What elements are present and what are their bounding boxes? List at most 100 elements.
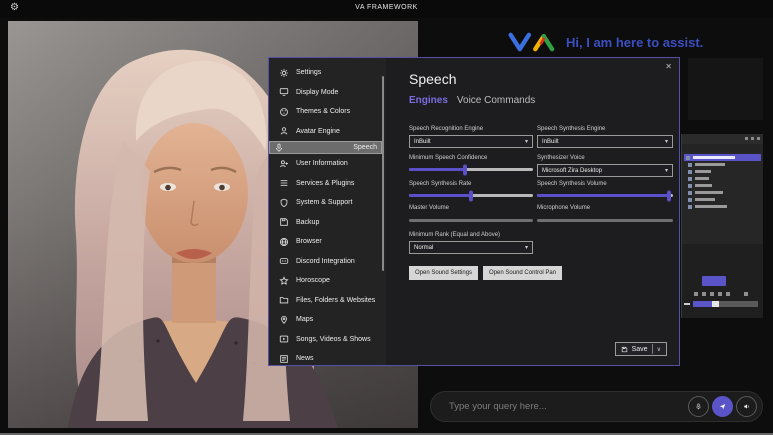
chevron-down-icon: ▾ <box>665 167 668 174</box>
list-icon <box>279 178 289 188</box>
speaker-icon <box>743 401 750 412</box>
sidebar-item-backup[interactable]: Backup <box>269 213 386 233</box>
save-dropdown-icon[interactable]: ∨ <box>657 346 661 353</box>
assistant-greeting: Hi, I am here to assist. <box>508 31 703 53</box>
minimum-speech-confidence-slider[interactable] <box>409 168 533 171</box>
sidebar-item-songs-videos-shows[interactable]: Songs, Videos & Shows <box>269 330 386 350</box>
app-window: ⚙ VA FRAMEWORK <box>0 0 773 435</box>
send-icon <box>719 401 726 412</box>
open-sound-settings-button[interactable]: Open Sound Settings <box>409 266 478 280</box>
background-window[interactable] <box>681 134 763 318</box>
sidebar-item-services-plugins[interactable]: Services & Plugins <box>269 174 386 194</box>
sidebar-item-browser[interactable]: Browser <box>269 232 386 252</box>
speech-settings-content: ✕ Speech Engines Voice Commands Speech R… <box>386 58 679 365</box>
tree-row <box>684 189 761 196</box>
field-minimum-speech-confidence: Minimum Speech Confidence <box>409 155 533 171</box>
chat-bar <box>430 391 763 422</box>
tree-row-selected <box>684 154 761 161</box>
chevron-down-icon: ▾ <box>665 138 668 145</box>
tree-row <box>684 161 761 168</box>
field-minimum-rank: Minimum Rank (Equal and Above) Normal ▾ <box>409 232 533 254</box>
background-panel <box>688 58 763 120</box>
sidebar-item-avatar-engine[interactable]: Avatar Engine <box>269 122 386 142</box>
microphone-icon <box>695 401 702 412</box>
field-speech-recognition-engine: Speech Recognition Engine InBuilt ▾ <box>409 126 533 148</box>
field-speech-synthesis-volume: Speech Synthesis Volume <box>537 181 673 197</box>
field-synthesizer-voice: Synthesizer Voice Microsoft Zira Desktop… <box>537 155 673 177</box>
open-sound-control-panel-button[interactable]: Open Sound Control Pan <box>483 266 562 280</box>
shield-icon <box>279 198 289 208</box>
send-button[interactable] <box>712 396 733 417</box>
speech-recognition-engine-select[interactable]: InBuilt ▾ <box>409 135 533 148</box>
titlebar: ⚙ VA FRAMEWORK <box>0 0 773 18</box>
speaker-button[interactable] <box>736 396 757 417</box>
query-input[interactable] <box>447 400 685 413</box>
speech-synthesis-engine-select[interactable]: InBuilt ▾ <box>537 135 673 148</box>
va-logo-icon <box>508 31 560 53</box>
sidebar-item-speech[interactable]: Speech <box>269 141 382 154</box>
sidebar-item-files-folders-websites[interactable]: Files, Folders & Websites <box>269 291 386 311</box>
avatar-icon <box>279 126 289 136</box>
background-window-tree <box>682 152 763 244</box>
sidebar-item-horoscope[interactable]: Horoscope <box>269 271 386 291</box>
microphone-icon <box>274 143 284 153</box>
display-icon <box>279 87 289 97</box>
field-microphone-volume: Microphone Volume <box>537 205 673 222</box>
sidebar-item-maps[interactable]: Maps <box>269 310 386 330</box>
user-icon <box>279 159 289 169</box>
globe-icon <box>279 237 289 247</box>
settings-sidebar: Settings Display Mode Themes & Colors Av… <box>269 58 386 365</box>
sidebar-item-system-support[interactable]: System & Support <box>269 193 386 213</box>
speech-synthesis-volume-slider[interactable] <box>537 194 673 197</box>
sidebar-header-settings: Settings <box>269 63 386 83</box>
field-speech-synthesis-engine: Speech Synthesis Engine InBuilt ▾ <box>537 126 673 148</box>
tree-row <box>684 182 761 189</box>
tree-row <box>684 175 761 182</box>
gear-icon <box>279 68 289 78</box>
map-pin-icon <box>279 315 289 325</box>
field-speech-synthesis-rate: Speech Synthesis Rate <box>409 181 533 197</box>
media-icon <box>279 334 289 344</box>
greeting-text: Hi, I am here to assist. <box>566 35 703 50</box>
app-title: VA FRAMEWORK <box>0 4 773 11</box>
sidebar-item-news[interactable]: News <box>269 349 386 365</box>
news-icon <box>279 354 289 364</box>
background-window-tick <box>684 303 690 305</box>
sidebar-item-display-mode[interactable]: Display Mode <box>269 83 386 103</box>
save-button[interactable]: Save ∨ <box>615 342 667 356</box>
synthesizer-voice-select[interactable]: Microsoft Zira Desktop ▾ <box>537 164 673 177</box>
microphone-volume-slider[interactable] <box>537 219 673 222</box>
tree-row <box>684 196 761 203</box>
microphone-button[interactable] <box>688 396 709 417</box>
tree-row <box>684 203 761 210</box>
background-window-progressbar <box>693 301 758 307</box>
palette-icon <box>279 107 289 117</box>
tab-voice-commands[interactable]: Voice Commands <box>457 95 535 106</box>
sidebar-item-discord-integration[interactable]: Discord Integration <box>269 252 386 272</box>
save-icon <box>621 346 628 353</box>
background-window-controls <box>745 137 760 140</box>
minimum-rank-select[interactable]: Normal ▾ <box>409 241 533 254</box>
floppy-icon <box>279 217 289 227</box>
chevron-down-icon: ▾ <box>525 244 528 251</box>
tree-row <box>684 168 761 175</box>
background-window-button <box>702 276 726 286</box>
star-icon <box>279 276 289 286</box>
chevron-down-icon: ▾ <box>525 138 528 145</box>
page-title: Speech <box>409 71 456 87</box>
field-master-volume: Master Volume <box>409 205 533 222</box>
background-window-titlebar <box>682 134 763 144</box>
settings-panel: Settings Display Mode Themes & Colors Av… <box>268 57 680 366</box>
background-window-transport-controls <box>694 292 748 296</box>
master-volume-slider[interactable] <box>409 219 533 222</box>
discord-icon <box>279 256 289 266</box>
close-icon[interactable]: ✕ <box>665 62 672 71</box>
tab-engines[interactable]: Engines <box>409 95 448 106</box>
background-window-toolbar <box>682 144 763 152</box>
speech-tabs: Engines Voice Commands <box>409 95 535 106</box>
sidebar-item-themes-colors[interactable]: Themes & Colors <box>269 102 386 122</box>
folder-icon <box>279 295 289 305</box>
speech-synthesis-rate-slider[interactable] <box>409 194 533 197</box>
sidebar-item-user-information[interactable]: User Information <box>269 154 386 174</box>
sidebar-scrollbar[interactable] <box>382 76 385 271</box>
